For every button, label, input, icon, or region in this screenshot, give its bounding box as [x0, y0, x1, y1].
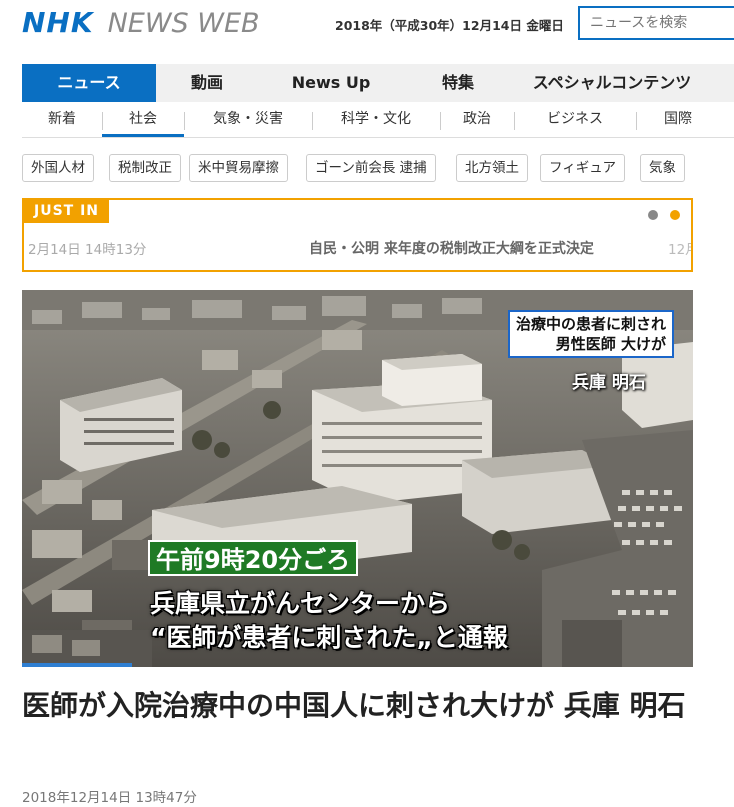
logo-nhk: NHK: [22, 6, 94, 39]
ticker-dot-2-active[interactable]: [670, 210, 680, 220]
ticker-dot-1[interactable]: [648, 210, 658, 220]
just-in-headline[interactable]: 自民・公明 来年度の税制改正大綱を正式決定: [309, 238, 594, 258]
tag-ghosn-arrest[interactable]: ゴーン前会長 逮捕: [306, 154, 436, 182]
tag-northern-territories[interactable]: 北方領土: [456, 154, 528, 182]
current-date: 2018年（平成30年）12月14日 金曜日: [335, 18, 564, 33]
category-nav: 新着 社会 気象・災害 科学・文化 政治 ビジネス 国際: [22, 104, 734, 138]
article-date: 2018年12月14日 13時47分: [22, 790, 197, 806]
site-header: NHK NEWS WEB 2018年（平成30年）12月14日 金曜日: [0, 0, 734, 52]
category-international[interactable]: 国際: [636, 104, 720, 137]
main-nav: ニュース 動画 News Up 特集 スペシャルコンテンツ: [22, 64, 734, 102]
caption-line-1: 治療中の患者に刺され: [516, 315, 667, 333]
tag-us-china-trade[interactable]: 米中貿易摩擦: [189, 154, 288, 182]
tag-figure-skating[interactable]: フィギュア: [540, 154, 625, 182]
search-input[interactable]: [578, 6, 734, 40]
main-nav-special-contents[interactable]: スペシャルコンテンツ: [512, 64, 712, 102]
main-nav-news[interactable]: ニュース: [22, 64, 156, 102]
main-nav-news-up[interactable]: News Up: [258, 64, 404, 102]
telop-line-2: “医師が患者に刺された„と通報: [150, 623, 508, 652]
hero-image[interactable]: 治療中の患者に刺され 男性医師 大けが 兵庫 明石 午前9時20分ごろ 兵庫県立…: [22, 290, 693, 667]
tag-tax-reform[interactable]: 税制改正: [109, 154, 181, 182]
category-new[interactable]: 新着: [22, 104, 102, 137]
category-science-culture[interactable]: 科学・文化: [312, 104, 440, 137]
site-logo[interactable]: NHK NEWS WEB: [22, 6, 260, 42]
logo-news-web: NEWS WEB: [107, 8, 260, 39]
caption-location: 兵庫 明石: [572, 373, 646, 393]
tag-weather[interactable]: 気象: [640, 154, 685, 182]
just-in-time: 2月14日 14時13分: [28, 242, 147, 258]
article-headline: 医師が入院治療中の中国人に刺され大けが 兵庫 明石: [22, 689, 686, 722]
telop-line-1: 兵庫県立がんセンターから: [150, 589, 451, 618]
main-nav-video[interactable]: 動画: [156, 64, 258, 102]
telop-time: 午前9時20分ごろ: [148, 540, 359, 576]
news-caption-box: 治療中の患者に刺され 男性医師 大けが: [508, 310, 675, 358]
main-nav-features[interactable]: 特集: [404, 64, 512, 102]
topic-tags: 外国人材 税制改正 米中貿易摩擦 ゴーン前会長 逮捕 北方領土 フィギュア 気象: [22, 154, 734, 184]
category-society[interactable]: 社会: [102, 104, 184, 137]
category-business[interactable]: ビジネス: [514, 104, 636, 137]
category-politics[interactable]: 政治: [440, 104, 514, 137]
caption-line-2: 男性医師 大けが: [555, 335, 667, 353]
just-in-next-time: 12月: [668, 242, 691, 258]
tag-foreign-workers[interactable]: 外国人材: [22, 154, 94, 182]
category-weather-disaster[interactable]: 気象・災害: [184, 104, 312, 137]
just-in-label: JUST IN: [24, 200, 110, 223]
just-in-ticker: JUST IN 2月14日 14時13分 自民・公明 来年度の税制改正大綱を正式…: [22, 198, 693, 272]
